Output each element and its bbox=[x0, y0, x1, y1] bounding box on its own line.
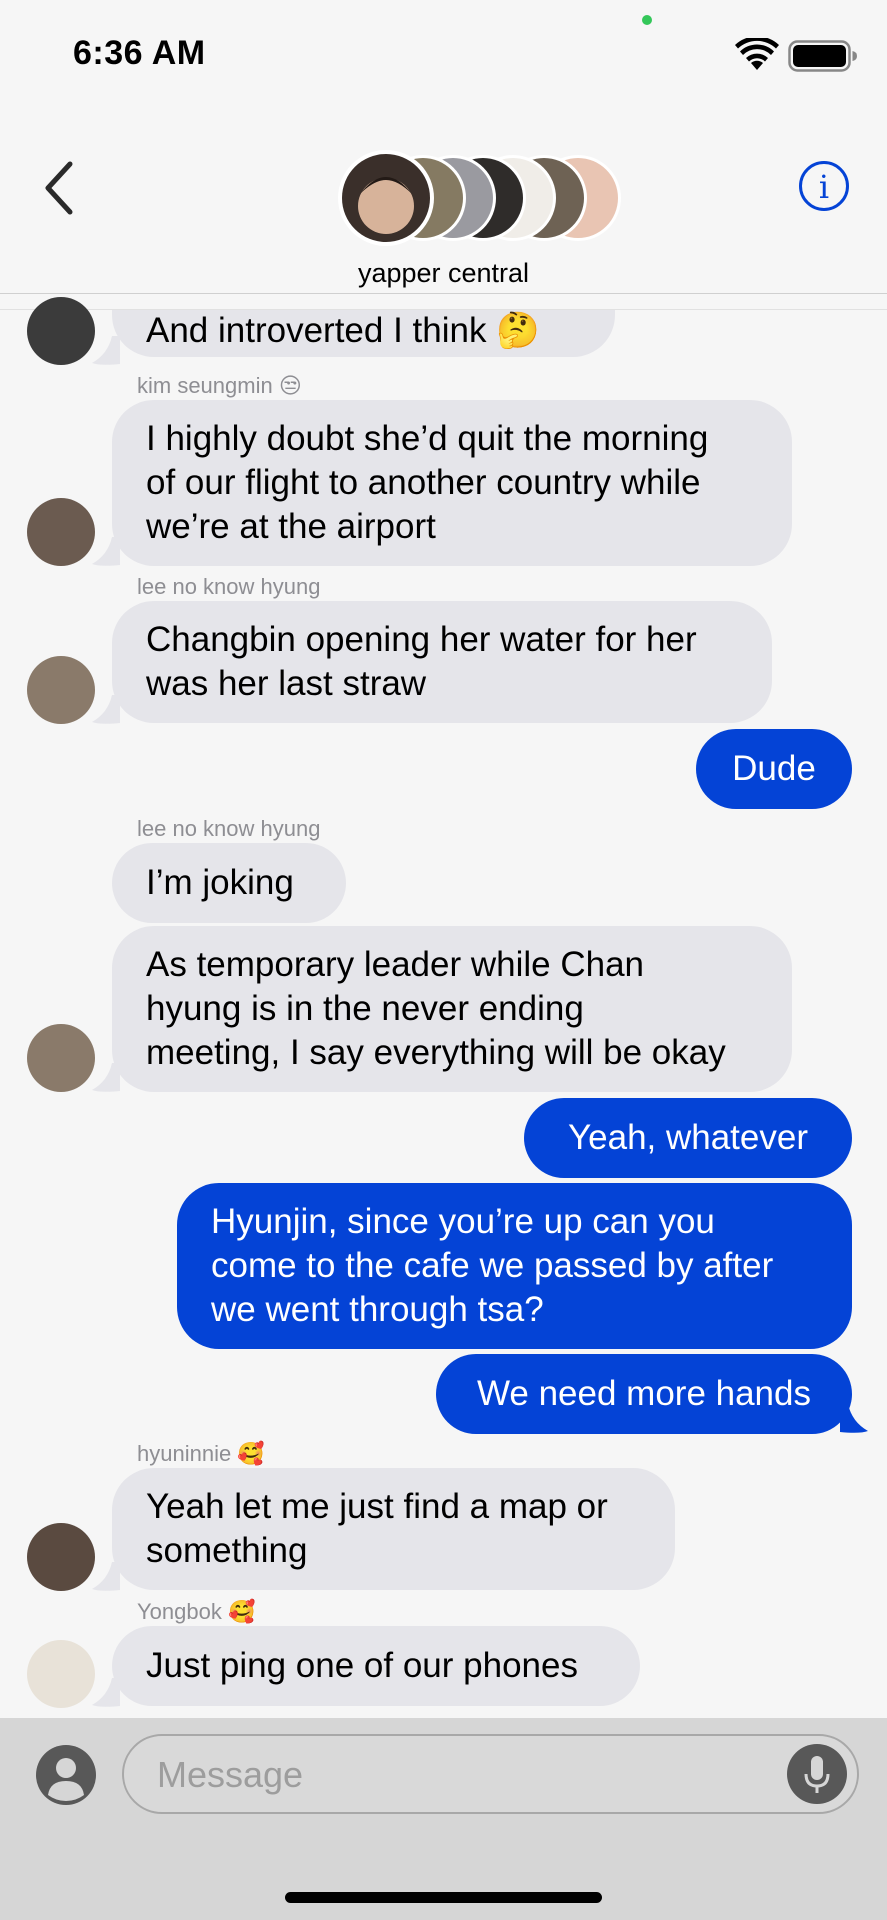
bubble-tail bbox=[92, 336, 120, 365]
status-time: 6:36 AM bbox=[73, 34, 206, 72]
microphone-icon[interactable] bbox=[787, 1744, 847, 1804]
avatar[interactable] bbox=[27, 498, 95, 566]
message-bubble[interactable]: As temporary leader while Chan hyung is … bbox=[112, 926, 792, 1092]
info-icon[interactable]: i bbox=[798, 160, 850, 212]
group-name[interactable]: yapper central bbox=[0, 258, 887, 289]
bubble-tail bbox=[92, 695, 120, 724]
message-placeholder: Message bbox=[157, 1754, 304, 1795]
message-bubble[interactable]: Dude bbox=[696, 729, 852, 809]
wifi-icon bbox=[735, 38, 779, 70]
sender-name: kim seungmin 😒 bbox=[137, 373, 302, 398]
clip-region: And introverted I think 🤔 bbox=[0, 310, 887, 360]
privacy-indicator bbox=[642, 15, 652, 25]
message-bubble[interactable]: And introverted I think 🤔 bbox=[112, 310, 615, 357]
bubble-tail bbox=[92, 1678, 120, 1707]
message-bubble[interactable]: I highly doubt she’d quit the morning of… bbox=[112, 400, 792, 566]
avatar[interactable] bbox=[27, 656, 95, 724]
group-avatars[interactable] bbox=[338, 150, 628, 250]
battery-icon bbox=[788, 40, 857, 72]
svg-text:i: i bbox=[819, 168, 829, 206]
bubble-tail bbox=[92, 537, 120, 566]
contact-icon[interactable] bbox=[36, 1745, 96, 1805]
avatar[interactable] bbox=[27, 297, 95, 365]
divider bbox=[0, 293, 887, 294]
message-bubble[interactable]: I’m joking bbox=[112, 843, 346, 923]
home-indicator bbox=[285, 1892, 602, 1903]
avatar[interactable] bbox=[27, 1024, 95, 1092]
message-bubble[interactable]: Changbin opening her water for her was h… bbox=[112, 601, 772, 723]
back-chevron-icon[interactable] bbox=[40, 158, 80, 218]
sender-name: lee no know hyung bbox=[137, 574, 321, 599]
avatar[interactable] bbox=[27, 1640, 95, 1708]
sender-name: lee no know hyung bbox=[137, 816, 321, 841]
sender-name: Yongbok 🥰 bbox=[137, 1599, 256, 1624]
message-bubble[interactable]: Hyunjin, since you’re up can you come to… bbox=[177, 1183, 852, 1349]
sender-name: hyuninnie 🥰 bbox=[137, 1441, 265, 1466]
message-bubble[interactable]: Yeah, whatever bbox=[524, 1098, 852, 1178]
message-bubble[interactable]: Yeah let me just find a map or something bbox=[112, 1468, 675, 1590]
message-bubble[interactable]: Just ping one of our phones bbox=[112, 1626, 640, 1706]
bubble-tail bbox=[92, 1063, 120, 1092]
message-bubble[interactable]: We need more hands bbox=[436, 1354, 852, 1434]
bubble-tail bbox=[840, 1404, 868, 1433]
avatar[interactable] bbox=[27, 1523, 95, 1591]
bubble-tail bbox=[92, 1562, 120, 1591]
